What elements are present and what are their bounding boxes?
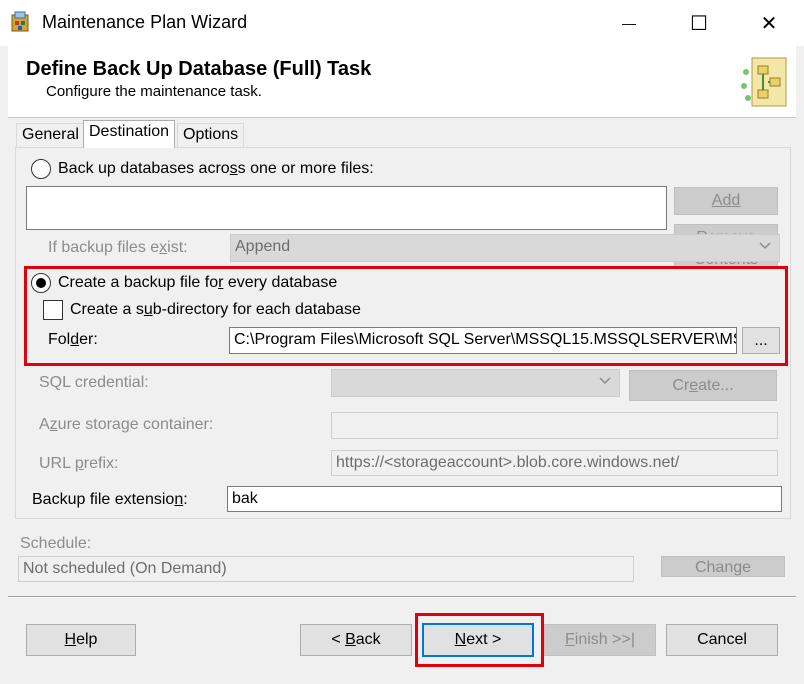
add-button[interactable]: Add (674, 187, 778, 215)
help-button[interactable]: Help (26, 624, 136, 656)
every-database-label: Create a backup file for every database (58, 274, 338, 291)
schedule-label: Schedule: (20, 535, 92, 552)
across-files-label: Back up databases across one or more fil… (58, 160, 374, 177)
tab-options[interactable]: Options (177, 123, 245, 147)
if-exist-label: If backup files exist: (48, 239, 188, 256)
window-title: Maintenance Plan Wizard (42, 12, 248, 32)
sql-credential-select[interactable] (331, 369, 620, 397)
page-subtitle: Configure the maintenance task. (46, 83, 262, 100)
maximize-icon: ☐ (690, 12, 708, 35)
minimize-button[interactable]: — (594, 0, 664, 46)
minimize-icon: — (622, 15, 636, 31)
backup-files-list[interactable] (26, 186, 667, 230)
azure-container-label: Azure storage container: (39, 416, 214, 433)
extension-label: Backup file extension: (32, 491, 188, 508)
close-button[interactable]: ✕ (734, 0, 804, 46)
change-schedule-button[interactable]: Change (661, 556, 785, 577)
if-exist-select[interactable]: Append (230, 234, 780, 262)
url-prefix-label: URL prefix: (39, 455, 119, 472)
tab-destination[interactable]: Destination (83, 120, 176, 148)
url-prefix-input[interactable]: https://<storageaccount>.blob.core.windo… (331, 450, 778, 476)
extension-input[interactable]: bak (227, 486, 782, 512)
cancel-button[interactable]: Cancel (666, 624, 778, 656)
maximize-button[interactable]: ☐ (664, 0, 734, 46)
chevron-down-icon (599, 374, 611, 393)
wizard-graphic-icon (736, 52, 796, 114)
page-title: Define Back Up Database (Full) Task (26, 58, 372, 80)
azure-container-input[interactable] (331, 412, 778, 439)
close-icon: ✕ (760, 12, 778, 35)
sql-credential-label: SQL credential: (39, 374, 149, 391)
title-bar: Maintenance Plan Wizard — ☐ ✕ (0, 0, 804, 46)
schedule-value: Not scheduled (On Demand) (18, 556, 634, 582)
folder-input[interactable]: C:\Program Files\Microsoft SQL Server\MS… (229, 327, 737, 354)
tab-general[interactable]: General (16, 123, 85, 147)
next-button[interactable]: Next > (422, 623, 534, 657)
finish-button[interactable]: Finish >>| (544, 624, 656, 656)
browse-folder-button[interactable]: ... (742, 327, 780, 354)
back-button[interactable]: < Back (300, 624, 412, 656)
footer-separator (8, 596, 796, 598)
wizard-header: Define Back Up Database (Full) Task Conf… (8, 46, 796, 118)
create-credential-button[interactable]: Create... (629, 370, 777, 401)
chevron-down-icon (759, 239, 771, 258)
maintenance-plan-icon (10, 11, 32, 33)
subdirectory-checkbox[interactable] (43, 300, 63, 320)
across-files-radio[interactable] (31, 159, 51, 179)
subdirectory-label: Create a sub-directory for each database (70, 301, 361, 318)
every-database-radio[interactable] (31, 273, 51, 293)
folder-label: Folder: (48, 331, 98, 348)
